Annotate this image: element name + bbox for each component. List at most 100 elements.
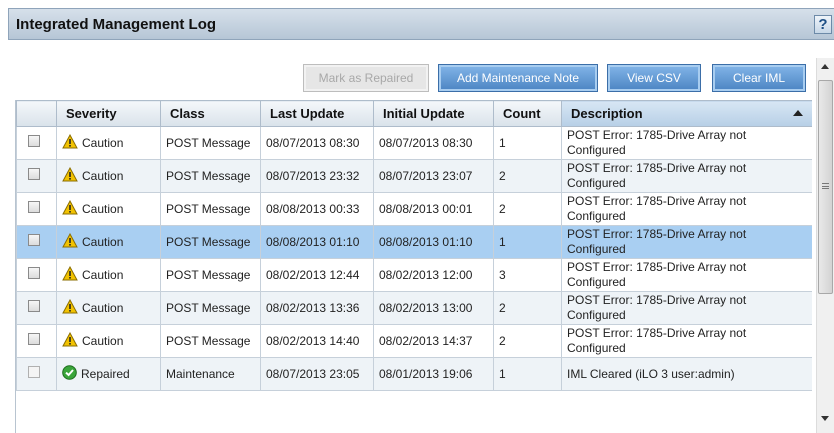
- severity-label: Caution: [82, 135, 124, 150]
- help-button[interactable]: ?: [814, 15, 832, 34]
- count-cell: 2: [493, 291, 562, 325]
- row-checkbox[interactable]: [28, 201, 40, 213]
- grip-icon: [822, 183, 829, 189]
- warning-triangle-icon: [62, 232, 78, 252]
- table-row[interactable]: Caution POST Message 08/08/2013 01:10 08/08…: [16, 225, 812, 259]
- description-cell: POST Error: 1785-Drive Array not Configu…: [561, 291, 812, 325]
- initial-update-cell: 08/02/2013 12:00: [373, 258, 494, 292]
- last-update-cell: 08/08/2013 00:33: [260, 192, 374, 226]
- iml-grid: Severity Class Last Update Initial Updat…: [15, 100, 812, 433]
- severity-cell: Caution: [56, 258, 161, 292]
- row-select-cell: [16, 192, 57, 226]
- class-cell: POST Message: [160, 225, 261, 259]
- table-row[interactable]: Caution POST Message 08/08/2013 00:33 08/08…: [16, 192, 812, 226]
- severity-cell: Caution: [56, 159, 161, 193]
- count-cell: 2: [493, 192, 562, 226]
- last-update-cell: 08/02/2013 14:40: [260, 324, 374, 358]
- row-checkbox[interactable]: [28, 366, 40, 378]
- row-checkbox[interactable]: [28, 300, 40, 312]
- table-row[interactable]: Caution POST Message 08/07/2013 08:30 08/07…: [16, 126, 812, 160]
- vertical-scrollbar[interactable]: [816, 58, 834, 433]
- description-cell: POST Error: 1785-Drive Array not Configu…: [561, 159, 812, 193]
- scroll-down-icon[interactable]: [821, 416, 829, 421]
- table-row[interactable]: Caution POST Message 08/02/2013 12:44 08/02…: [16, 258, 812, 292]
- scroll-up-icon[interactable]: [821, 64, 829, 69]
- description-cell: POST Error: 1785-Drive Array not Configu…: [561, 225, 812, 259]
- warning-triangle-icon: [62, 166, 78, 186]
- warning-triangle-icon: [62, 331, 78, 351]
- last-update-cell: 08/07/2013 23:05: [260, 357, 374, 391]
- row-select-cell: [16, 291, 57, 325]
- row-checkbox[interactable]: [28, 135, 40, 147]
- view-csv-button[interactable]: View CSV: [607, 64, 701, 92]
- page-title: Integrated Management Log: [16, 16, 217, 33]
- count-cell: 1: [493, 126, 562, 160]
- description-cell: POST Error: 1785-Drive Array not Configu…: [561, 258, 812, 292]
- initial-update-cell: 08/07/2013 08:30: [373, 126, 494, 160]
- row-select-cell: [16, 126, 57, 160]
- class-cell: POST Message: [160, 192, 261, 226]
- severity-cell: Caution: [56, 225, 161, 259]
- last-update-cell: 08/02/2013 13:36: [260, 291, 374, 325]
- last-update-cell: 08/02/2013 12:44: [260, 258, 374, 292]
- toolbar: Mark as Repaired Add Maintenance Note Vi…: [0, 64, 834, 93]
- col-class-header[interactable]: Class: [160, 100, 261, 127]
- table-row[interactable]: Caution POST Message 08/02/2013 14:40 08/02…: [16, 324, 812, 358]
- col-last-update-header[interactable]: Last Update: [260, 100, 374, 127]
- severity-label: Caution: [82, 168, 124, 183]
- count-cell: 2: [493, 324, 562, 358]
- description-cell: POST Error: 1785-Drive Array not Configu…: [561, 192, 812, 226]
- warning-triangle-icon: [62, 265, 78, 285]
- row-select-cell: [16, 357, 57, 391]
- warning-triangle-icon: [62, 199, 78, 219]
- count-cell: 1: [493, 357, 562, 391]
- table-row[interactable]: Repaired Maintenance 08/07/2013 23:05 08/01…: [16, 357, 812, 391]
- class-cell: Maintenance: [160, 357, 261, 391]
- severity-label: Caution: [82, 300, 124, 315]
- row-select-cell: [16, 159, 57, 193]
- row-select-cell: [16, 225, 57, 259]
- class-cell: POST Message: [160, 324, 261, 358]
- warning-triangle-icon: [62, 133, 78, 153]
- row-checkbox[interactable]: [28, 333, 40, 345]
- class-cell: POST Message: [160, 258, 261, 292]
- severity-cell: Caution: [56, 192, 161, 226]
- check-circle-icon: [62, 364, 77, 384]
- severity-cell: Repaired: [56, 357, 161, 391]
- mark-as-repaired-button[interactable]: Mark as Repaired: [303, 64, 429, 92]
- count-cell: 3: [493, 258, 562, 292]
- severity-label: Caution: [82, 333, 124, 348]
- table-row[interactable]: Caution POST Message 08/02/2013 13:36 08/02…: [16, 291, 812, 325]
- col-count-header[interactable]: Count: [493, 100, 562, 127]
- table-row[interactable]: Caution POST Message 08/07/2013 23:32 08/07…: [16, 159, 812, 193]
- severity-label: Caution: [82, 267, 124, 282]
- description-cell: IML Cleared (iLO 3 user:admin): [561, 357, 812, 391]
- class-cell: POST Message: [160, 159, 261, 193]
- severity-cell: Caution: [56, 126, 161, 160]
- warning-triangle-icon: [62, 298, 78, 318]
- row-checkbox[interactable]: [28, 267, 40, 279]
- header-row: Severity Class Last Update Initial Updat…: [16, 100, 812, 127]
- row-select-cell: [16, 324, 57, 358]
- initial-update-cell: 08/02/2013 13:00: [373, 291, 494, 325]
- row-checkbox[interactable]: [28, 168, 40, 180]
- col-description-header[interactable]: Description: [561, 100, 812, 127]
- col-severity-header[interactable]: Severity: [56, 100, 161, 127]
- scrollbar-thumb[interactable]: [818, 80, 833, 294]
- col-initial-update-header[interactable]: Initial Update: [373, 100, 494, 127]
- class-cell: POST Message: [160, 291, 261, 325]
- severity-cell: Caution: [56, 291, 161, 325]
- sort-ascending-icon: [793, 110, 803, 116]
- count-cell: 1: [493, 225, 562, 259]
- count-cell: 2: [493, 159, 562, 193]
- clear-iml-button[interactable]: Clear IML: [712, 64, 806, 92]
- row-checkbox[interactable]: [28, 234, 40, 246]
- severity-cell: Caution: [56, 324, 161, 358]
- title-bar: Integrated Management Log ?: [8, 8, 834, 40]
- initial-update-cell: 08/01/2013 19:06: [373, 357, 494, 391]
- initial-update-cell: 08/08/2013 01:10: [373, 225, 494, 259]
- class-cell: POST Message: [160, 126, 261, 160]
- severity-label: Repaired: [81, 366, 130, 381]
- add-maintenance-note-button[interactable]: Add Maintenance Note: [438, 64, 598, 92]
- initial-update-cell: 08/07/2013 23:07: [373, 159, 494, 193]
